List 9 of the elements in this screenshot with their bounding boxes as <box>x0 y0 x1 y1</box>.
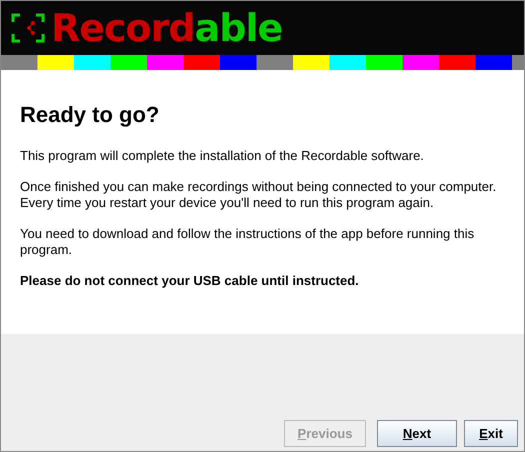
logo-icon <box>11 13 45 43</box>
paragraph: Please do not connect your USB cable until instructed. <box>20 273 360 289</box>
heading: Ready to go? <box>20 102 160 128</box>
paragraph: Once finished you can make recordings without being connected to your computer. Every time you restart your device you'll need to run this program again. <box>20 179 498 211</box>
wizard-button[interactable]: Next <box>377 420 457 447</box>
paragraph: You need to download and follow the instructions of the app before running this program. <box>20 226 476 258</box>
paragraph: This program will complete the installation of the Recordable software. <box>20 148 425 164</box>
wizard-button[interactable]: Exit <box>464 420 518 447</box>
logo-text: Recordable <box>51 6 282 50</box>
